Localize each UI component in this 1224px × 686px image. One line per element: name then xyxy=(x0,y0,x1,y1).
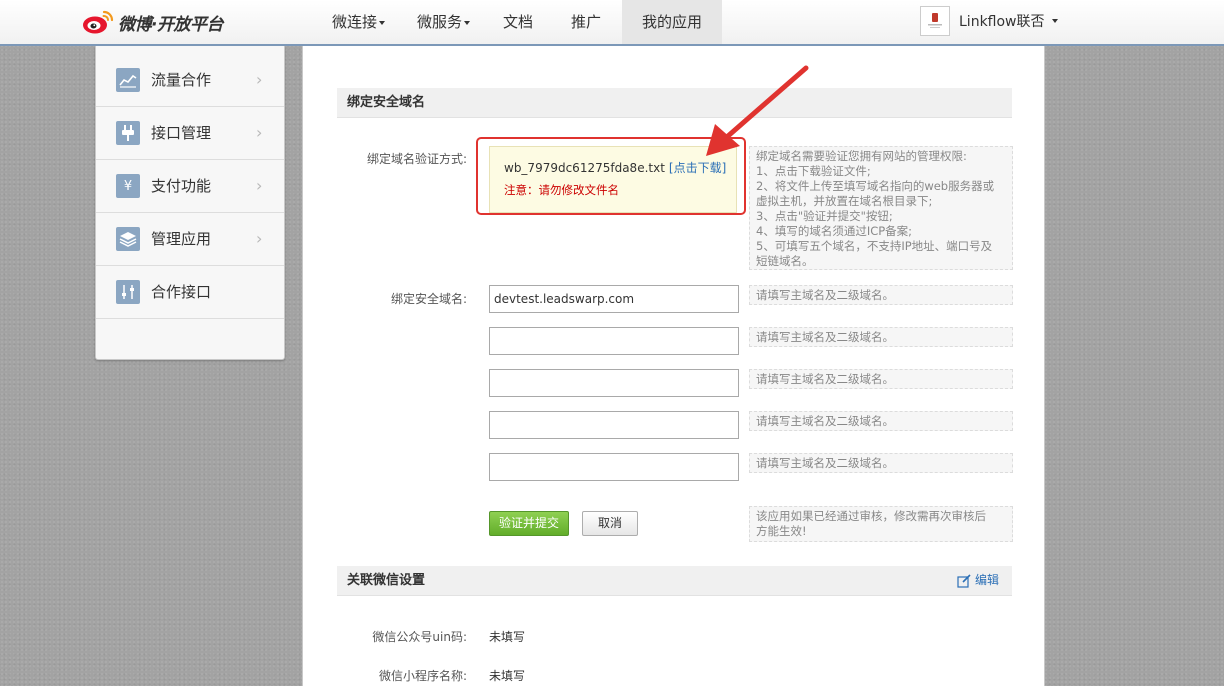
domain-hint: 请填写主域名及二级域名。 xyxy=(749,411,1013,431)
sidebar-item-cooperation-api[interactable]: 合作接口 xyxy=(96,266,284,319)
nav-item-docs[interactable]: 文档 xyxy=(503,0,533,44)
miniapp-name-value: 未填写 xyxy=(489,669,526,683)
user-menu[interactable]: Linkflow联否 xyxy=(920,5,1058,37)
avatar xyxy=(920,6,950,36)
chart-icon xyxy=(116,68,140,92)
review-note-line: 方能生效! xyxy=(756,524,807,538)
caret-down-icon xyxy=(1051,19,1058,23)
sidebar: 流量合作 › 接口管理 › ¥ 支付功能 › 管理应用 › 合作接口 xyxy=(95,46,285,360)
domain-input-1[interactable] xyxy=(489,285,739,313)
instruction-line: 2、将文件上传至填写域名指向的web服务器或 xyxy=(756,179,995,193)
sidebar-item-label: 流量合作 xyxy=(151,71,212,89)
domain-hint: 请填写主域名及二级域名。 xyxy=(749,327,1013,347)
caret-down-icon xyxy=(379,20,386,25)
nav-item-label: 推广 xyxy=(571,13,602,31)
sidebar-item-label: 管理应用 xyxy=(151,230,212,248)
annotation-highlight-frame xyxy=(476,137,746,215)
domain-input-3[interactable] xyxy=(489,369,739,397)
section-title: 绑定安全域名 xyxy=(347,95,426,110)
top-navigation-bar: 微博·开放平台 微连接 微服务 文档 推广 我的应用 Linkflow联否 xyxy=(0,0,1224,46)
nav-item-label: 微服务 xyxy=(417,13,463,31)
sliders-icon xyxy=(116,280,140,304)
layers-icon xyxy=(116,227,140,251)
chevron-right-icon: › xyxy=(256,70,263,89)
edit-button[interactable]: 编辑 xyxy=(957,566,999,595)
review-note: 该应用如果已经通过审核，修改需再次审核后 方能生效! xyxy=(749,506,1013,542)
sidebar-item-api-management[interactable]: 接口管理 › xyxy=(96,107,284,160)
instruction-line: 5、可填写五个域名，不支持IP地址、端口号及 xyxy=(756,239,993,253)
weibo-open-platform-logo[interactable]: 微博·开放平台 xyxy=(82,8,223,36)
chevron-right-icon: › xyxy=(256,229,263,248)
sidebar-item-traffic-cooperation[interactable]: 流量合作 › xyxy=(96,54,284,107)
chevron-right-icon: › xyxy=(256,123,263,142)
wechat-uin-label: 微信公众号uin码: xyxy=(372,630,467,644)
instructions-box: 绑定域名需要验证您拥有网站的管理权限: 1、点击下载验证文件; 2、将文件上传至… xyxy=(749,146,1013,270)
domain-input-5[interactable] xyxy=(489,453,739,481)
domain-hint: 请填写主域名及二级域名。 xyxy=(749,453,1013,473)
yen-icon: ¥ xyxy=(116,174,140,198)
sidebar-item-label: 接口管理 xyxy=(151,124,212,142)
nav-item-micro-connect[interactable]: 微连接 xyxy=(332,0,386,44)
instruction-line: 4、填写的域名须通过ICP备案; xyxy=(756,224,913,238)
instruction-line: 虚拟主机，并放置在域名根目录下; xyxy=(756,194,933,208)
company-logo-icon xyxy=(928,13,942,28)
nav-item-label: 文档 xyxy=(503,13,534,31)
caret-down-icon xyxy=(464,20,471,25)
nav-item-label: 我的应用 xyxy=(641,13,702,31)
plug-icon xyxy=(116,121,140,145)
user-name: Linkflow联否 xyxy=(959,14,1045,30)
verify-method-label: 绑定域名验证方式: xyxy=(366,152,467,166)
chevron-right-icon: › xyxy=(256,176,263,195)
nav-item-micro-service[interactable]: 微服务 xyxy=(417,0,471,44)
instruction-line: 绑定域名需要验证您拥有网站的管理权限: xyxy=(756,149,967,163)
logo-text: 微博·开放平台 xyxy=(118,14,223,35)
verify-submit-button[interactable]: 验证并提交 xyxy=(489,511,569,536)
instruction-line: 3、点击"验证并提交"按钮; xyxy=(756,209,893,223)
domain-input-2[interactable] xyxy=(489,327,739,355)
edit-icon xyxy=(957,573,971,588)
domain-hint: 请填写主域名及二级域名。 xyxy=(749,369,1013,389)
bind-domain-section-header: 绑定安全域名 xyxy=(337,88,1012,118)
miniapp-name-label: 微信小程序名称: xyxy=(378,669,467,683)
domain-hint: 请填写主域名及二级域名。 xyxy=(749,285,1013,305)
instruction-line: 短链域名。 xyxy=(756,254,814,268)
sidebar-item-manage-apps[interactable]: 管理应用 › xyxy=(96,213,284,266)
domain-input-4[interactable] xyxy=(489,411,739,439)
wechat-uin-value: 未填写 xyxy=(489,630,526,644)
sidebar-item-payment[interactable]: ¥ 支付功能 › xyxy=(96,160,284,213)
sidebar-item-label: 合作接口 xyxy=(151,283,212,301)
nav-item-promotion[interactable]: 推广 xyxy=(571,0,601,44)
sidebar-item-label: 支付功能 xyxy=(151,177,212,195)
instruction-line: 1、点击下载验证文件; xyxy=(756,164,871,178)
review-note-line: 该应用如果已经通过审核，修改需再次审核后 xyxy=(756,509,986,523)
wechat-section-header: 关联微信设置 编辑 xyxy=(337,566,1012,596)
nav-item-my-apps[interactable]: 我的应用 xyxy=(622,0,722,44)
section-title: 关联微信设置 xyxy=(347,573,426,588)
main-content: 绑定安全域名 绑定域名验证方式: wb_7979dc61275fda8e.txt… xyxy=(302,46,1045,686)
nav-item-label: 微连接 xyxy=(332,13,378,31)
weibo-logo-icon xyxy=(83,10,114,34)
domain-label: 绑定安全域名: xyxy=(390,292,467,306)
cancel-button[interactable]: 取消 xyxy=(582,511,638,536)
edit-label: 编辑 xyxy=(975,573,1000,587)
